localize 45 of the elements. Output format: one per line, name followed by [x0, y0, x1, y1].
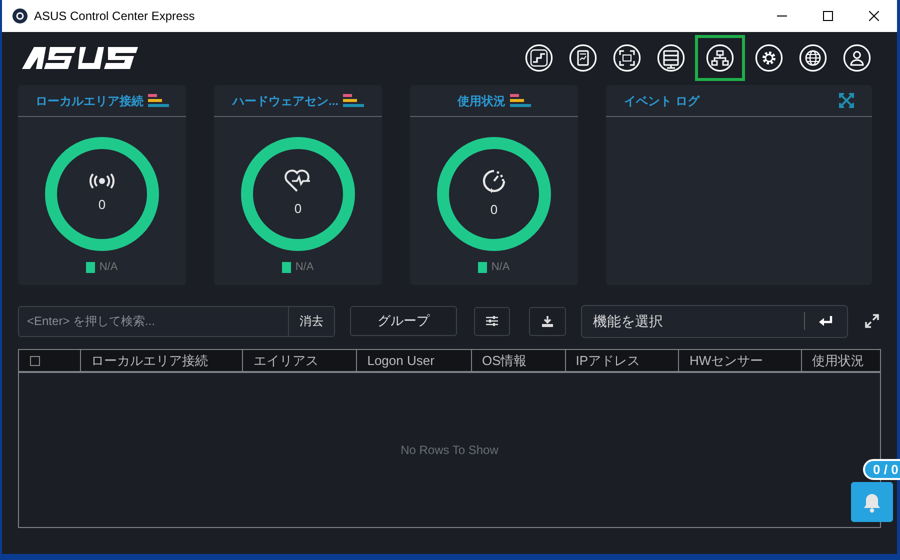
filter-button[interactable] [474, 306, 510, 336]
download-button[interactable] [529, 306, 566, 336]
function-select[interactable]: 機能を選択 [581, 304, 848, 338]
card-title: イベント ログ [624, 92, 700, 110]
close-icon[interactable] [869, 11, 879, 21]
legend-label: N/A [295, 260, 314, 275]
bell-icon [863, 493, 881, 513]
hierarchy-icon[interactable] [695, 35, 745, 81]
legend-swatch [478, 262, 488, 273]
column-header[interactable]: ローカルエリア接続 [80, 350, 244, 371]
legend-label: N/A [491, 260, 510, 275]
count-value: 0 [294, 200, 302, 218]
enter-icon [818, 315, 834, 327]
bar-legend-icon [510, 94, 530, 108]
maximize-icon[interactable] [823, 11, 833, 21]
column-header[interactable]: IPアドレス [566, 350, 680, 371]
card-title: ローカルエリア接続 [36, 92, 144, 110]
column-header[interactable]: Logon User [357, 350, 472, 371]
card-title: 使用状況 [458, 92, 506, 110]
window-title: ASUS Control Center Express [34, 8, 195, 25]
sliders-icon [486, 316, 498, 326]
column-header[interactable]: HWセンサー [679, 350, 802, 371]
select-all-checkbox[interactable] [30, 356, 40, 366]
column-header[interactable]: 使用状況 [802, 350, 880, 371]
column-header[interactable]: OS情報 [472, 350, 566, 371]
heart-pulse-icon [284, 169, 312, 194]
speedometer-icon [481, 168, 507, 194]
legend-label: N/A [99, 260, 118, 275]
wireless-signal-icon [89, 173, 115, 190]
bar-legend-icon [342, 94, 364, 108]
legend-swatch [86, 262, 96, 273]
download-icon [542, 316, 553, 326]
notification-count: 0 / 0 [863, 459, 900, 480]
app-icon [12, 8, 28, 24]
column-header[interactable]: エイリアス [243, 350, 358, 371]
legend-swatch [282, 262, 292, 273]
count-value: 0 [490, 201, 498, 220]
search-field[interactable]: <Enter> を押して検索... 消去 [18, 306, 335, 336]
group-button[interactable]: グループ [350, 306, 457, 336]
count-value: 0 [98, 196, 106, 214]
select-input[interactable]: 機能を選択 [582, 310, 804, 332]
card-title: ハードウェアセン... [232, 92, 338, 110]
bar-legend-icon [148, 94, 168, 108]
empty-message: No Rows To Show [400, 442, 498, 459]
clear-button[interactable]: 消去 [288, 306, 334, 336]
